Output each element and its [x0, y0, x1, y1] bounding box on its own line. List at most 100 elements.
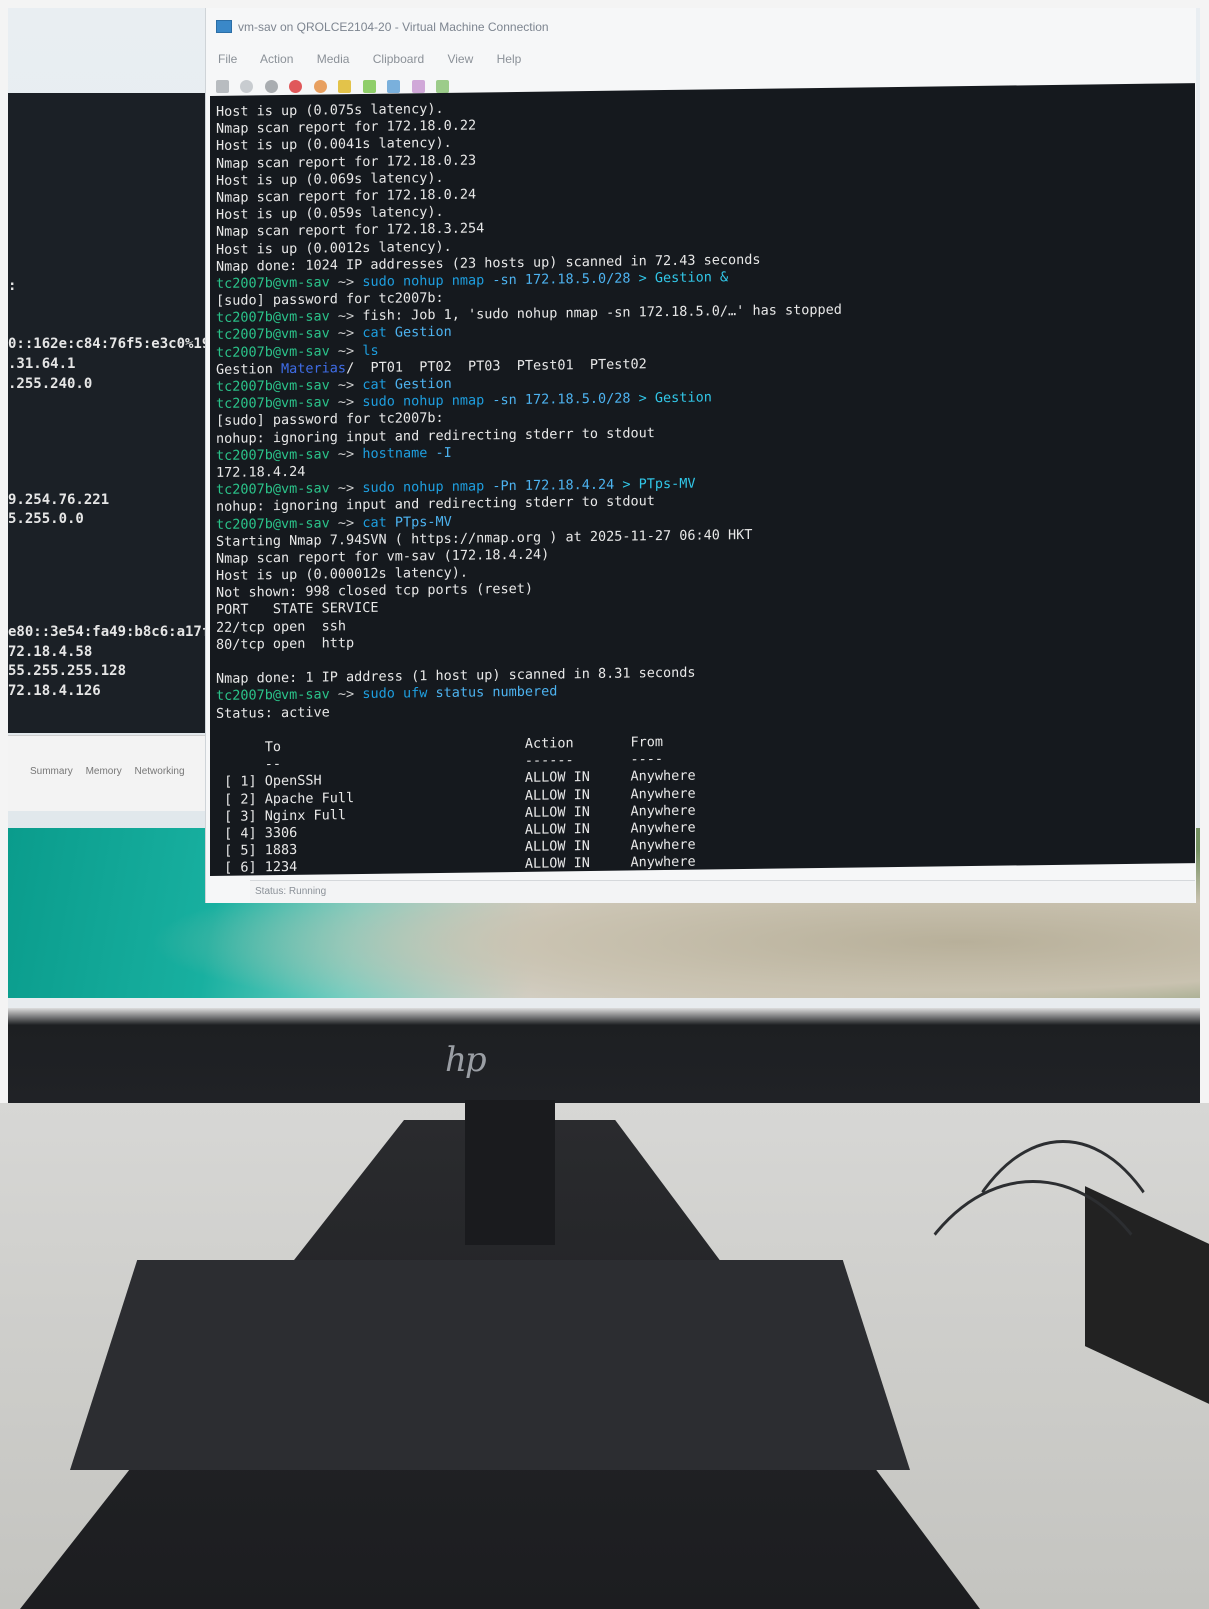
- prompt-separator: ~>: [329, 325, 363, 342]
- terminal-text: Host is up (0.075s latency).: [216, 100, 444, 120]
- command: sudo nohup nmap: [362, 272, 485, 290]
- host-terminal-line: 5.255.0.0: [8, 511, 84, 527]
- command: hostname: [362, 444, 428, 462]
- terminal-text: Not shown: 998 closed tcp ports (reset): [216, 581, 533, 602]
- command-args: Gestion: [386, 324, 452, 342]
- prompt-separator: ~>: [329, 394, 363, 411]
- enhanced-session-icon[interactable]: [436, 80, 450, 94]
- ufw-from: Anywhere: [630, 767, 696, 785]
- monitor-stand-neck: [465, 1100, 555, 1245]
- tab-memory[interactable]: Memory: [86, 766, 122, 777]
- terminal-text: Host is up (0.059s latency).: [216, 204, 444, 224]
- ufw-to: 3306: [264, 821, 525, 842]
- menu-media[interactable]: Media: [317, 52, 350, 66]
- ufw-to: To: [264, 735, 525, 756]
- terminal-text: 80/tcp open http: [216, 634, 355, 653]
- prompt-separator: ~>: [329, 377, 363, 394]
- menu-view[interactable]: View: [447, 52, 473, 66]
- start-icon[interactable]: [240, 80, 254, 94]
- terminal-text: Nmap scan report for 172.18.0.24: [216, 186, 477, 206]
- cable: [880, 1180, 1186, 1609]
- prompt-user: tc2007b@vm-sav: [216, 308, 330, 327]
- ufw-to: Apache Full: [264, 787, 525, 807]
- vm-monitor-icon: [216, 20, 232, 33]
- terminal-text: Nmap scan report for vm-sav (172.18.4.24…: [216, 546, 550, 567]
- ufw-action: ALLOW IN: [524, 768, 631, 787]
- tab-summary[interactable]: Summary: [30, 766, 73, 777]
- command: cat: [362, 325, 387, 342]
- ufw-action: ALLOW IN: [524, 785, 631, 804]
- ls-directory: Materias: [281, 360, 347, 377]
- command-args: Gestion: [386, 375, 452, 393]
- photo-scene: :0::162e:c84:76f5:e3c0%19.31.64.1.255.24…: [0, 0, 1209, 1609]
- menu-clipboard[interactable]: Clipboard: [373, 52, 424, 66]
- ufw-rule-number: [ 5]: [224, 842, 265, 859]
- prompt-user: tc2007b@vm-sav: [216, 686, 330, 705]
- vm-statusbar: Status: Running: [250, 880, 1195, 903]
- ctrl-alt-del-icon[interactable]: [216, 80, 229, 94]
- shut-down-icon[interactable]: [289, 80, 303, 94]
- command-redirect: > Gestion: [638, 389, 712, 407]
- ufw-from: Anywhere: [630, 802, 696, 820]
- prompt-separator: ~>: [329, 514, 363, 531]
- prompt-user: tc2007b@vm-sav: [216, 274, 330, 292]
- ufw-action: ALLOW IN: [524, 803, 631, 821]
- command: sudo nohup nmap: [362, 478, 485, 497]
- host-terminal-line: .31.64.1: [8, 356, 76, 372]
- prompt-user: tc2007b@vm-sav: [216, 343, 330, 361]
- command: cat: [362, 514, 387, 531]
- revert-icon[interactable]: [411, 80, 425, 94]
- monitor-bezel: [8, 1008, 1200, 1103]
- vm-menubar: File Action Media Clipboard View Help: [218, 52, 541, 66]
- ufw-action: ALLOW IN: [524, 837, 631, 855]
- command-args: status numbered: [427, 683, 558, 702]
- command-redirect: > PTps-MV: [622, 475, 696, 493]
- ufw-to: OpenSSH: [264, 770, 525, 790]
- prompt-user: tc2007b@vm-sav: [216, 394, 330, 413]
- resume-icon[interactable]: [362, 80, 376, 94]
- menu-help[interactable]: Help: [497, 52, 522, 66]
- vm-console[interactable]: Host is up (0.075s latency). Nmap scan re…: [210, 83, 1195, 876]
- ufw-from: Anywhere: [630, 819, 696, 837]
- host-terminal-line: e80::3e54:fa49:b8c6:a17f%1: [8, 624, 228, 640]
- save-state-icon[interactable]: [313, 80, 327, 94]
- terminal-text: PORT STATE SERVICE: [216, 600, 379, 619]
- ufw-from: Anywhere: [630, 853, 696, 871]
- terminal-text: [sudo] password for tc2007b:: [216, 290, 444, 309]
- host-terminal-line: 9.254.76.221: [8, 492, 110, 508]
- command: cat: [362, 376, 387, 394]
- pause-icon[interactable]: [338, 80, 352, 94]
- ufw-action: ------: [524, 751, 631, 770]
- terminal-text: Status: active: [216, 703, 330, 722]
- command: ls: [362, 342, 379, 359]
- checkpoint-icon[interactable]: [387, 80, 401, 94]
- ufw-action: ALLOW IN: [524, 820, 631, 838]
- terminal-text: Nmap scan report for 172.18.0.22: [216, 117, 477, 138]
- ufw-rule-number: [ 3]: [224, 807, 265, 825]
- host-terminal-line: 72.18.4.58: [8, 644, 93, 660]
- ls-file: / PT01 PT02 PT03 PTest01 PTest02: [346, 356, 647, 377]
- command: sudo nohup nmap: [362, 392, 485, 411]
- terminal-text: Nmap scan report for 172.18.0.23: [216, 152, 477, 172]
- turn-off-icon[interactable]: [264, 80, 278, 94]
- terminal-text: [sudo] password for tc2007b:: [216, 410, 444, 430]
- prompt-user: tc2007b@vm-sav: [216, 325, 330, 344]
- prompt-separator: ~>: [329, 308, 363, 325]
- prompt-separator: ~>: [329, 686, 363, 703]
- host-terminal-line: 72.18.4.126: [8, 683, 101, 699]
- terminal-text: 22/tcp open ssh: [216, 617, 347, 636]
- host-terminal-line: 0::162e:c84:76f5:e3c0%19: [8, 336, 211, 352]
- menu-action[interactable]: Action: [260, 52, 293, 66]
- host-terminal-line: :: [8, 278, 17, 294]
- prompt-separator: ~>: [329, 480, 363, 497]
- tab-networking[interactable]: Networking: [134, 766, 184, 777]
- prompt-separator: ~>: [329, 342, 363, 360]
- ufw-from: Anywhere: [630, 836, 696, 854]
- menu-file[interactable]: File: [218, 52, 237, 66]
